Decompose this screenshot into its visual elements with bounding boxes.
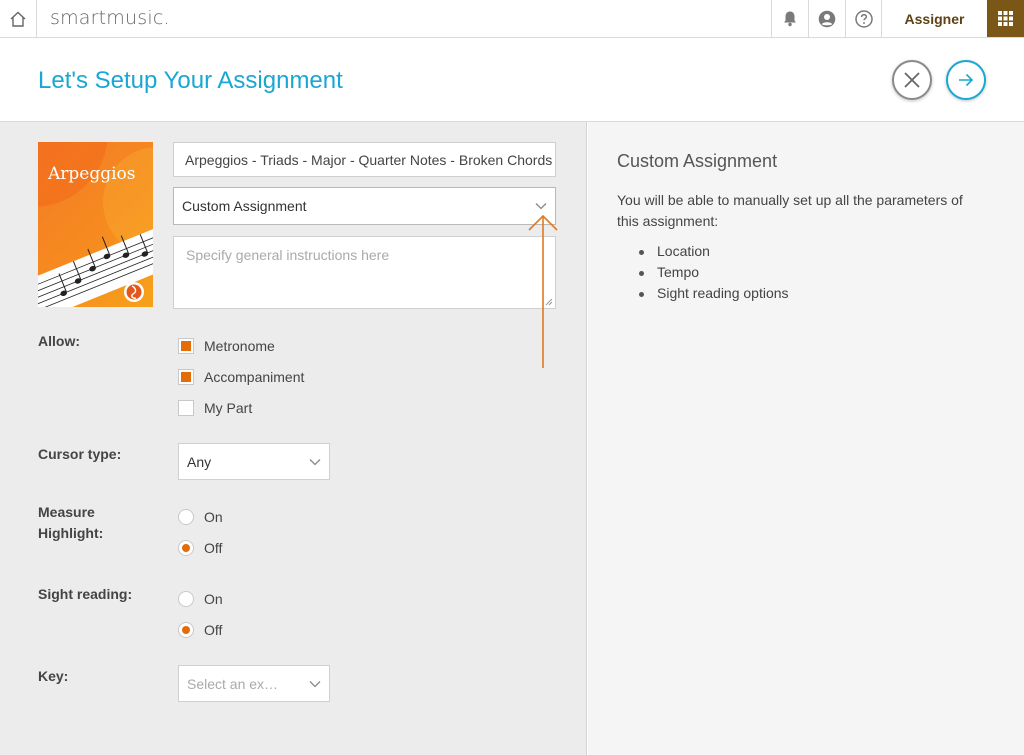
- list-item: Location: [617, 241, 789, 262]
- assignment-type-value: Custom Assignment: [182, 198, 307, 214]
- cursor-type-label: Cursor type:: [38, 446, 122, 462]
- key-select[interactable]: Select an ex…: [178, 665, 330, 702]
- list-item: Tempo: [617, 262, 789, 283]
- close-button[interactable]: [892, 60, 932, 100]
- my-part-label: My Part: [204, 400, 253, 416]
- sight-reading-label: Sight reading:: [38, 586, 133, 602]
- key-placeholder: Select an ex…: [187, 675, 279, 692]
- book-cover: Arpeggios: [38, 142, 153, 307]
- cursor-type-value: Any: [187, 453, 212, 470]
- allow-metronome-option[interactable]: Metronome: [178, 337, 275, 355]
- metronome-checkbox[interactable]: [178, 338, 194, 354]
- chevron-down-icon: [309, 680, 321, 687]
- measure-highlight-label: Measure Highlight:: [38, 504, 104, 541]
- cursor-type-select[interactable]: Any: [178, 443, 330, 480]
- allow-my-part-option[interactable]: My Part: [178, 399, 252, 417]
- accompaniment-label: Accompaniment: [204, 369, 305, 385]
- key-label: Key:: [38, 668, 69, 684]
- allow-label: Allow:: [38, 333, 80, 349]
- apps-grid-icon: [998, 11, 1013, 26]
- measure-highlight-off-option[interactable]: Off: [178, 539, 222, 557]
- measure-highlight-on-label: On: [204, 509, 223, 525]
- account-icon: [818, 10, 836, 27]
- list-item: Sight reading options: [617, 283, 789, 304]
- info-parameter-list: Location Tempo Sight reading options: [617, 241, 789, 304]
- top-bar: smartmusic. Assigner: [0, 0, 1024, 38]
- help-button[interactable]: [845, 0, 881, 37]
- allow-accompaniment-option[interactable]: Accompaniment: [178, 368, 304, 386]
- pointer-arrow-annotation: [528, 214, 558, 368]
- apps-menu-button[interactable]: [987, 0, 1024, 37]
- assignment-form: Arpeggios Arpeggios - Triads - Major - Q…: [0, 122, 587, 755]
- instructions-placeholder: Specify general instructions here: [186, 247, 390, 263]
- info-title: Custom Assignment: [617, 151, 778, 171]
- arrow-right-icon: [959, 73, 974, 87]
- measure-highlight-off-radio[interactable]: [178, 540, 194, 556]
- chevron-down-icon: [535, 203, 547, 210]
- smartmusic-logo[interactable]: smartmusic.: [50, 7, 170, 29]
- instructions-textarea[interactable]: Specify general instructions here: [173, 236, 556, 309]
- measure-highlight-on-radio[interactable]: [178, 509, 194, 525]
- accompaniment-checkbox[interactable]: [178, 369, 194, 385]
- measure-highlight-off-label: Off: [204, 540, 223, 556]
- sight-reading-off-radio[interactable]: [178, 622, 194, 638]
- close-icon: [904, 72, 920, 88]
- my-part-checkbox[interactable]: [178, 400, 194, 416]
- assignment-info-panel: Custom Assignment You will be able to ma…: [588, 122, 1024, 755]
- assignment-title-input[interactable]: Arpeggios - Triads - Major - Quarter Not…: [173, 142, 556, 177]
- help-icon: [854, 9, 873, 28]
- account-button[interactable]: [808, 0, 845, 37]
- home-button[interactable]: [0, 0, 37, 37]
- sight-reading-off-label: Off: [204, 622, 223, 638]
- page-title: Let's Setup Your Assignment: [38, 67, 343, 94]
- cover-title: Arpeggios: [48, 164, 136, 184]
- home-icon: [10, 11, 26, 27]
- page-header: Let's Setup Your Assignment: [0, 38, 1024, 122]
- sight-reading-on-radio[interactable]: [178, 591, 194, 607]
- sight-reading-on-option[interactable]: On: [178, 590, 223, 608]
- sight-reading-off-option[interactable]: Off: [178, 621, 222, 639]
- info-description: You will be able to manually set up all …: [617, 192, 963, 229]
- role-menu[interactable]: Assigner: [881, 0, 987, 37]
- sight-reading-on-label: On: [204, 591, 223, 607]
- next-button[interactable]: [946, 60, 986, 100]
- bell-icon: [784, 11, 796, 27]
- chevron-down-icon: [309, 458, 321, 465]
- measure-highlight-on-option[interactable]: On: [178, 508, 223, 526]
- notifications-button[interactable]: [771, 0, 808, 37]
- metronome-label: Metronome: [204, 338, 275, 354]
- assignment-type-select[interactable]: Custom Assignment: [173, 187, 556, 225]
